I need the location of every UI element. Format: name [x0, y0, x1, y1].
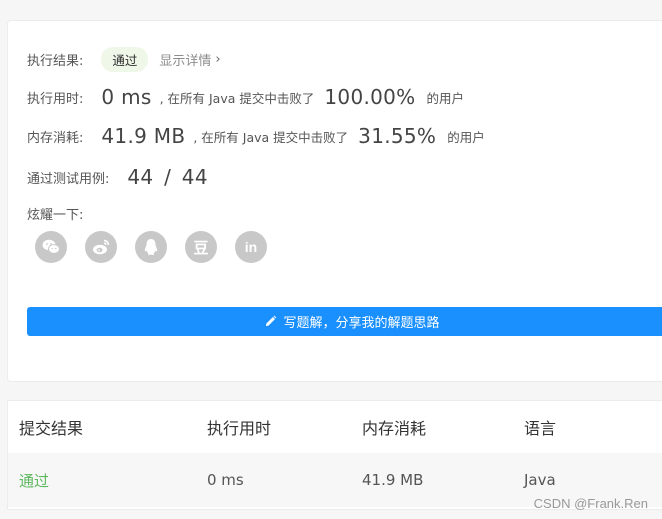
memory-beat-text: , 在所有 Java 提交中击败了 [193, 129, 349, 145]
memory-value: 41.9 MB [101, 124, 186, 148]
result-card: 执行结果: 通过 显示详情 › 执行用时: 0 ms , 在所有 Java 提交… [7, 20, 662, 382]
watermark: CSDN @Frank.Ren [533, 496, 648, 511]
runtime-users: 的用户 [426, 90, 464, 106]
wechat-icon[interactable] [35, 231, 67, 263]
row-memory: 41.9 MB [362, 471, 424, 489]
memory-row: 内存消耗: 41.9 MB , 在所有 Java 提交中击败了 31.55% 的… [27, 124, 485, 148]
header-language: 语言 [524, 419, 557, 438]
write-solution-label: 写题解，分享我的解题思路 [283, 316, 440, 331]
tests-value: 44 / 44 [127, 165, 208, 189]
chevron-right-icon: › [215, 52, 221, 67]
share-icons: 豆 in [35, 231, 267, 263]
runtime-value: 0 ms [101, 85, 152, 109]
memory-users: 的用户 [447, 129, 485, 145]
memory-label: 内存消耗: [27, 130, 84, 146]
row-result-link[interactable]: 通过 [19, 453, 49, 507]
row-runtime: 0 ms [207, 471, 244, 489]
header-result: 提交结果 [19, 419, 84, 438]
submission-table: 提交结果 执行用时 内存消耗 语言 通过 0 ms 41.9 MB Java [7, 400, 662, 510]
tests-row: 通过测试用例: 44 / 44 [27, 165, 208, 189]
header-runtime: 执行用时 [207, 419, 272, 438]
share-label: 炫耀一下: [27, 208, 84, 223]
result-row: 执行结果: 通过 显示详情 › [27, 47, 221, 72]
runtime-beat-text: , 在所有 Java 提交中击败了 [159, 90, 315, 106]
weibo-icon[interactable] [85, 231, 117, 263]
status-badge: 通过 [101, 47, 149, 72]
linkedin-icon[interactable]: in [235, 231, 267, 263]
runtime-percent: 100.00% [324, 85, 416, 109]
runtime-label: 执行用时: [27, 91, 84, 107]
write-solution-button[interactable]: 写题解，分享我的解题思路 [27, 307, 662, 336]
result-label: 执行结果: [27, 54, 84, 69]
header-memory: 内存消耗 [362, 419, 427, 438]
runtime-row: 执行用时: 0 ms , 在所有 Java 提交中击败了 100.00% 的用户 [27, 85, 464, 109]
show-details-link[interactable]: 显示详情 › [159, 50, 220, 69]
douban-icon[interactable]: 豆 [185, 231, 217, 263]
table-header: 提交结果 执行用时 内存消耗 语言 [8, 401, 662, 453]
memory-percent: 31.55% [358, 124, 437, 148]
share-row-label: 炫耀一下: [27, 204, 83, 223]
qq-icon[interactable] [135, 231, 167, 263]
tests-label: 通过测试用例: [27, 171, 110, 187]
pencil-icon [264, 315, 277, 328]
show-details-label: 显示详情 [159, 54, 212, 69]
